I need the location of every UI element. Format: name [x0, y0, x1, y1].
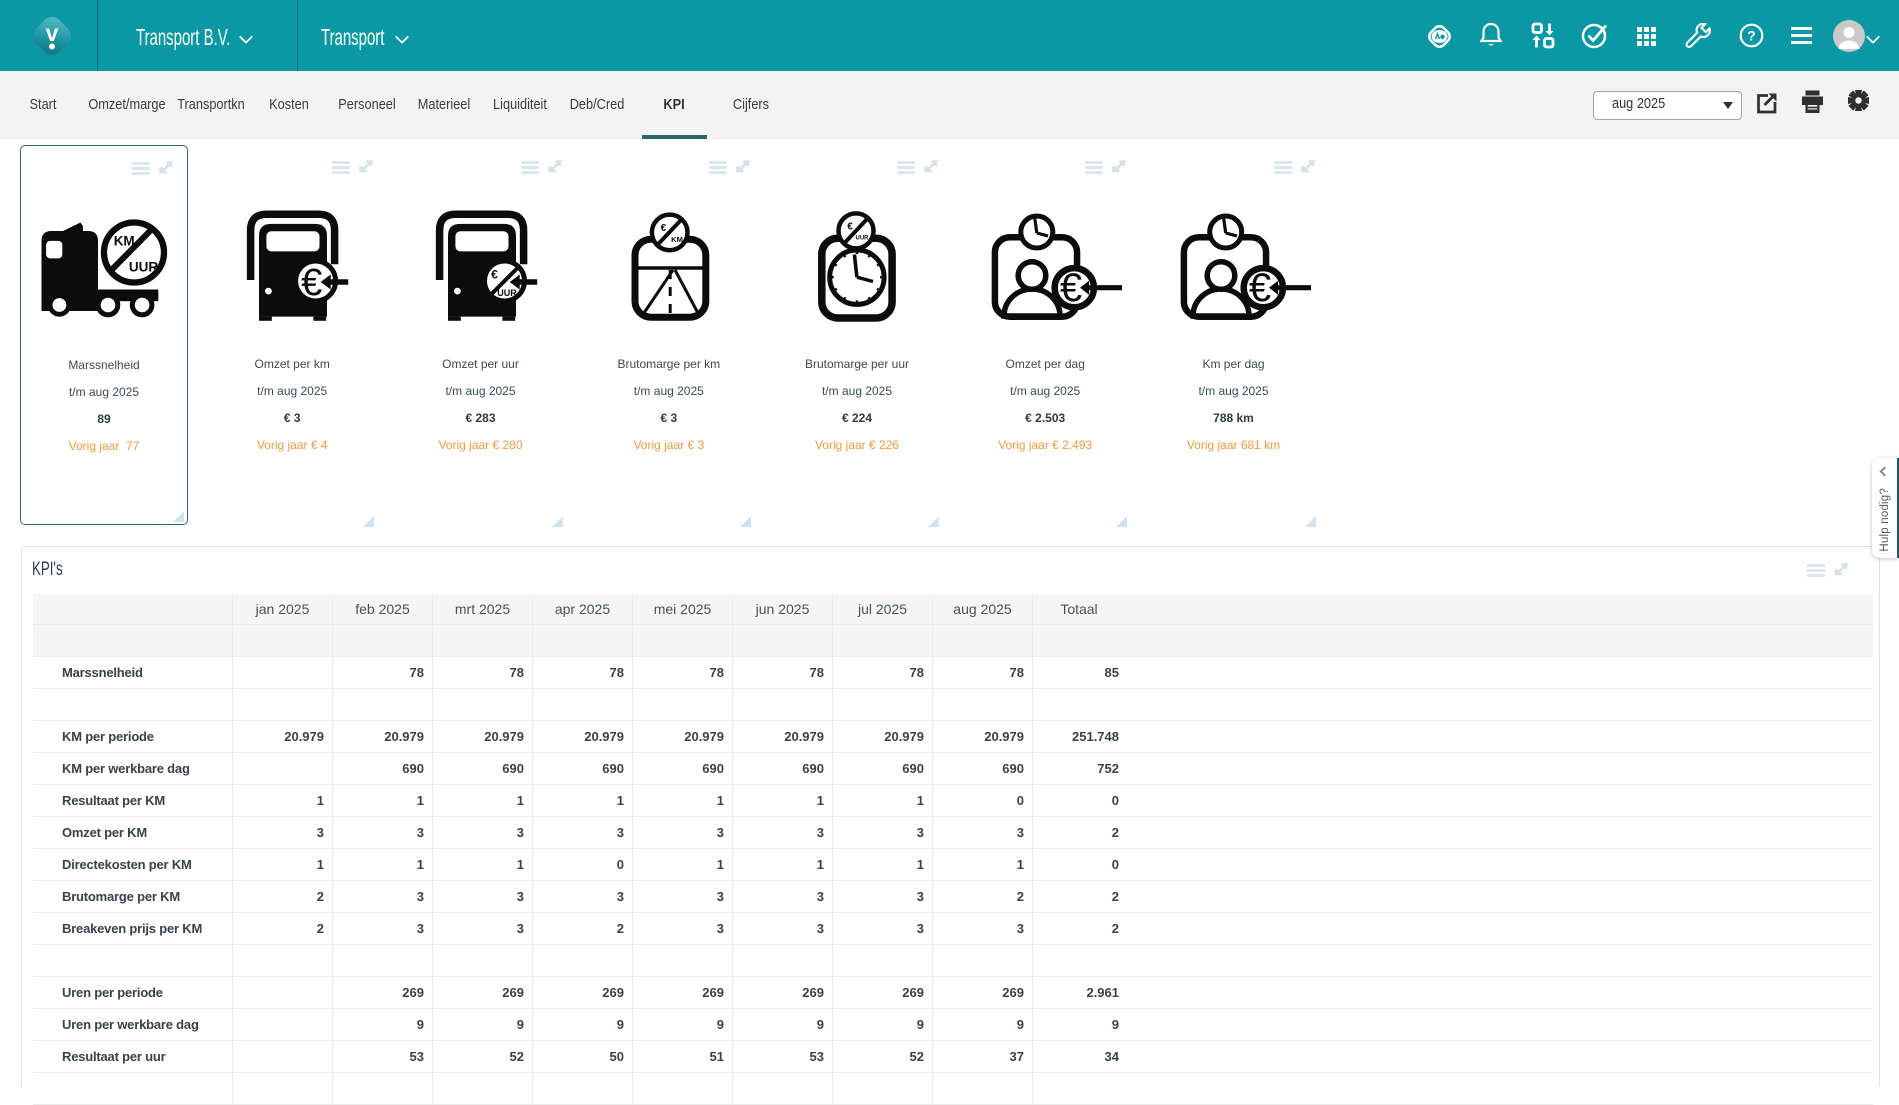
svg-text:€: €: [660, 223, 666, 234]
svg-text:v: v: [46, 20, 59, 46]
svg-text:€: €: [1060, 266, 1082, 310]
svg-text:€: €: [1248, 266, 1270, 310]
svg-text:KM: KM: [114, 234, 135, 249]
svg-text:KM: KM: [671, 235, 683, 244]
svg-text:UUR: UUR: [497, 288, 517, 298]
svg-text:€: €: [301, 262, 322, 304]
svg-text:€: €: [491, 268, 498, 282]
svg-text:?: ?: [1747, 28, 1756, 44]
svg-text:UUR: UUR: [856, 236, 870, 242]
svg-text:UUR: UUR: [129, 260, 158, 275]
svg-text:€: €: [847, 222, 853, 233]
